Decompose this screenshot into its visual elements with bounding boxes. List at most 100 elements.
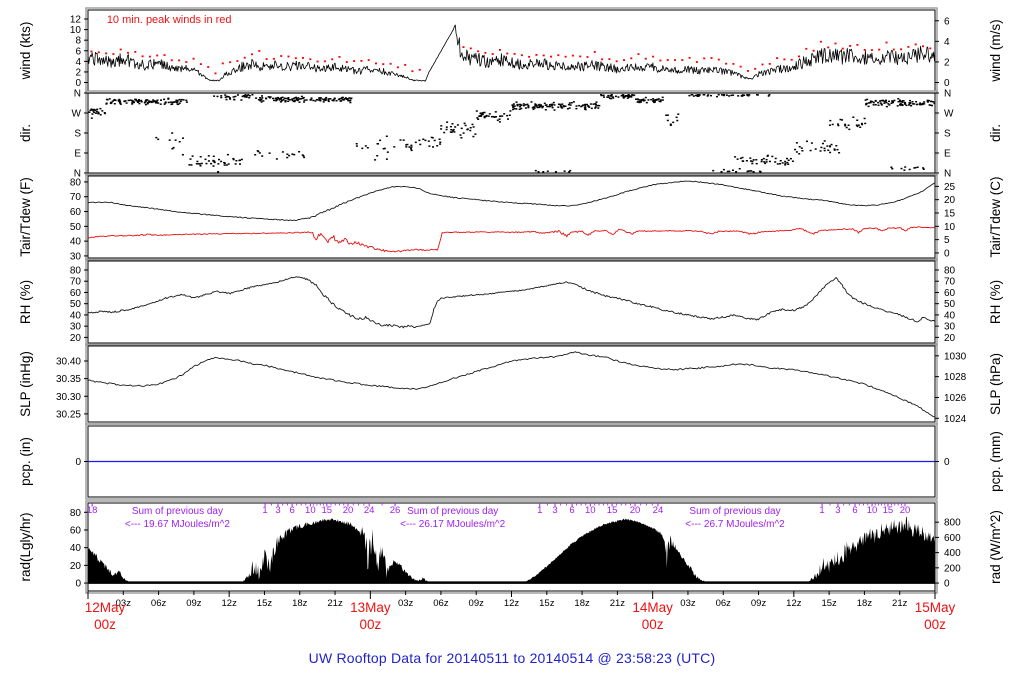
dir-dot	[784, 164, 787, 166]
dir-dot	[725, 94, 728, 96]
dir-dot	[610, 97, 613, 100]
dir-dot	[96, 108, 99, 111]
dir-dot	[776, 163, 779, 165]
wind-peak-dot	[287, 55, 290, 58]
wind-peak-dot	[199, 63, 202, 65]
dir-dot	[702, 94, 705, 96]
dir-dot	[95, 110, 98, 113]
wind-peak-dot	[900, 48, 903, 51]
mj-marker-label: 6	[569, 505, 574, 516]
dir-dot	[874, 104, 877, 106]
dir-dot	[157, 138, 160, 141]
y-tick-label: 70	[944, 277, 956, 288]
dir-dot	[474, 133, 477, 135]
dir-dot	[563, 170, 566, 172]
dir-dot	[751, 162, 754, 165]
dir-dot	[414, 141, 417, 144]
dir-dot	[454, 126, 457, 128]
dir-dot	[385, 135, 388, 137]
dir-dot	[92, 110, 95, 112]
dir-dot	[752, 159, 755, 161]
dir-dot	[440, 128, 443, 130]
dir-dot	[333, 98, 336, 100]
dir-dot	[427, 140, 430, 142]
wind-peak-dot	[302, 57, 304, 59]
dir-dot	[915, 101, 918, 103]
y-tick-label: 5	[944, 235, 950, 246]
dir-dot	[408, 146, 411, 148]
dir-dot	[475, 110, 478, 112]
sum-prev-day-label: Sum of previous day	[407, 506, 498, 517]
wind-peak-dot	[192, 57, 195, 60]
dir-dot	[610, 95, 613, 97]
x-tick-label: 09z	[751, 598, 767, 609]
wind-peak-dot	[156, 54, 159, 57]
dir-dot	[877, 104, 880, 106]
mj-marker-label: 20	[630, 505, 641, 516]
dir-dot	[127, 99, 130, 102]
dir-dot	[795, 151, 798, 153]
dir-dot	[108, 98, 111, 100]
wind-peak-dot	[127, 51, 129, 54]
dir-dot	[584, 103, 587, 106]
dir-dot	[138, 102, 141, 105]
dir-dot	[904, 166, 907, 168]
dir-dot	[847, 124, 850, 126]
dir-dot	[232, 96, 235, 98]
dir-dot	[933, 102, 936, 105]
dir-dot	[856, 119, 859, 121]
wind-peak-dot	[258, 50, 261, 52]
wind-peak-dot	[652, 55, 655, 58]
dir-dot	[669, 123, 672, 125]
dir-dot	[99, 107, 102, 110]
dir-dot	[830, 143, 833, 146]
dir-dot	[752, 171, 755, 173]
wind-peak-dot	[630, 57, 633, 60]
dir-dot	[283, 97, 286, 99]
dir-dot	[284, 101, 287, 103]
dir-dot	[189, 158, 192, 160]
y-tick-label: 30.35	[56, 374, 81, 385]
dir-dot	[795, 142, 798, 144]
dir-dot	[587, 105, 590, 108]
dir-dot	[865, 103, 867, 105]
dir-dot	[171, 132, 174, 134]
y-tick-label: 1026	[944, 393, 967, 404]
wind-peak-dot	[703, 57, 706, 60]
dir-dot	[217, 163, 220, 165]
dir-dot	[766, 155, 769, 157]
y-tick-label: 2	[75, 67, 81, 78]
dir-dot	[180, 98, 183, 101]
dir-dot	[717, 94, 720, 96]
dir-dot	[507, 118, 509, 120]
wind-peak-dot	[272, 57, 275, 60]
dir-dot	[636, 98, 639, 100]
dir-dot	[254, 154, 257, 156]
dir-dot	[205, 162, 208, 165]
dir-dot	[829, 151, 832, 154]
dir-dot	[922, 168, 925, 170]
dir-dot	[339, 100, 342, 102]
dir-dot	[542, 105, 544, 108]
dir-dot	[568, 107, 571, 109]
x-tick-label: 15z	[821, 598, 837, 609]
dir-dot	[723, 94, 726, 96]
dir-dot	[331, 99, 334, 102]
y-axis-label-left-pcp: pcp. (in)	[18, 437, 33, 486]
dir-dot	[885, 105, 888, 108]
wind-peak-dot	[389, 62, 392, 65]
dir-dot	[546, 105, 549, 108]
wind-peak-dot	[251, 53, 253, 56]
dir-dot	[185, 101, 188, 103]
dir-dot	[297, 98, 300, 101]
dir-dot	[312, 99, 315, 102]
wind-peak-dot	[375, 62, 377, 65]
dir-dot	[237, 94, 239, 96]
dir-dot	[881, 99, 884, 102]
dir-dot	[536, 106, 539, 109]
dir-dot	[568, 171, 571, 173]
dir-dot	[456, 124, 459, 126]
dir-dot	[182, 99, 185, 101]
dir-dot	[827, 149, 830, 151]
dir-dot	[930, 100, 932, 103]
